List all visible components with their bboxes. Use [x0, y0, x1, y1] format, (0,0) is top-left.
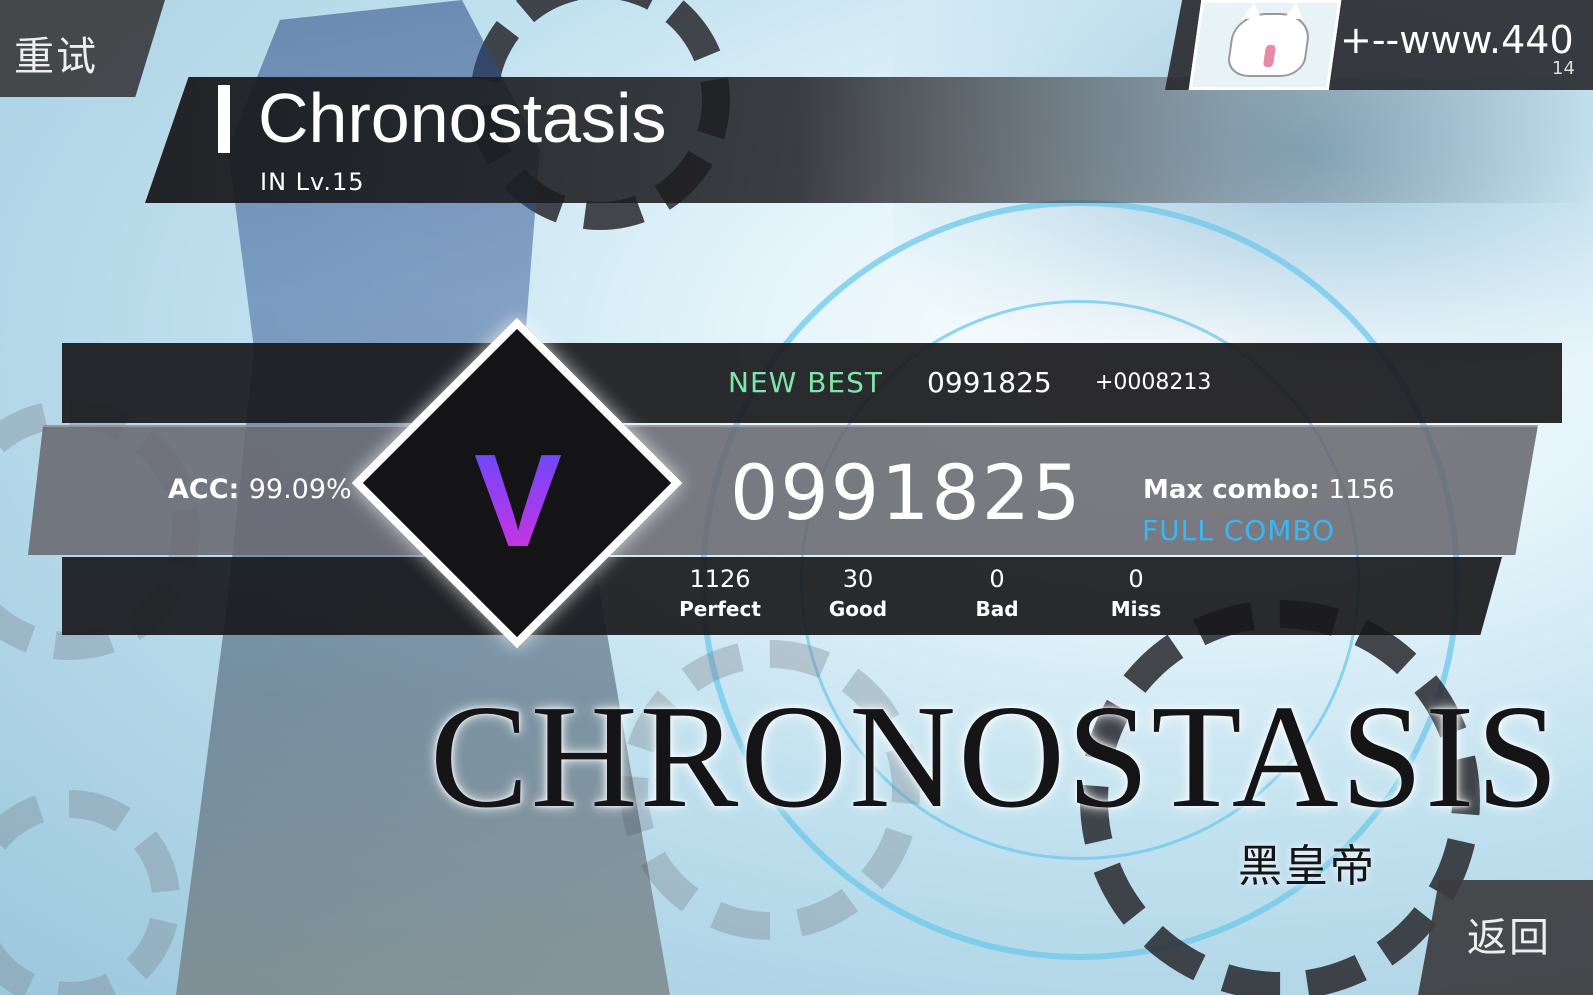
- player-rks: 14: [1552, 58, 1575, 79]
- judgement-good: 30 Good: [808, 565, 908, 621]
- retry-label[interactable]: 重试: [14, 24, 98, 82]
- accuracy: ACC: 99.09%: [168, 474, 352, 505]
- max-combo-label: Max combo:: [1143, 475, 1320, 505]
- song-title: Chronostasis: [258, 79, 667, 157]
- max-combo-value: 1156: [1328, 475, 1395, 505]
- judgement-count: 0: [1128, 565, 1144, 593]
- judgement-perfect: 1126 Perfect: [670, 565, 770, 621]
- avatar[interactable]: [1188, 0, 1342, 90]
- judgement-band: [62, 557, 1502, 635]
- full-combo-badge: FULL COMBO: [1142, 514, 1336, 547]
- song-title-bar: [218, 85, 230, 153]
- song-logo: CHRONOSTASIS: [430, 675, 1561, 839]
- accuracy-label: ACC:: [168, 474, 240, 505]
- gear-icon: [0, 790, 180, 995]
- judgement-count: 30: [842, 565, 874, 593]
- judgement-count: 1126: [689, 565, 751, 593]
- song-artist: 黑皇帝: [1238, 841, 1376, 892]
- judgement-label: Good: [828, 597, 888, 621]
- judgement-miss: 0 Miss: [1086, 565, 1186, 621]
- judgement-bad: 0 Bad: [947, 565, 1047, 621]
- judgement-label: Miss: [1110, 597, 1162, 621]
- player-name: +--www.440: [1340, 18, 1574, 62]
- judgement-label: Perfect: [679, 597, 761, 621]
- best-score-delta: +0008213: [1095, 370, 1212, 395]
- max-combo: Max combo: 1156: [1143, 475, 1395, 505]
- rank-letter: V: [443, 425, 593, 576]
- judgement-label: Bad: [975, 597, 1019, 621]
- back-label[interactable]: 返回: [1467, 905, 1551, 963]
- best-score: 0991825: [927, 366, 1052, 399]
- judgement-count: 0: [989, 565, 1005, 593]
- accuracy-value: 99.09%: [248, 474, 352, 505]
- new-best-label: NEW BEST: [728, 366, 883, 399]
- song-level: IN Lv.15: [260, 168, 365, 196]
- cat-avatar-icon: [1225, 3, 1313, 77]
- score: 0991825: [730, 448, 1083, 537]
